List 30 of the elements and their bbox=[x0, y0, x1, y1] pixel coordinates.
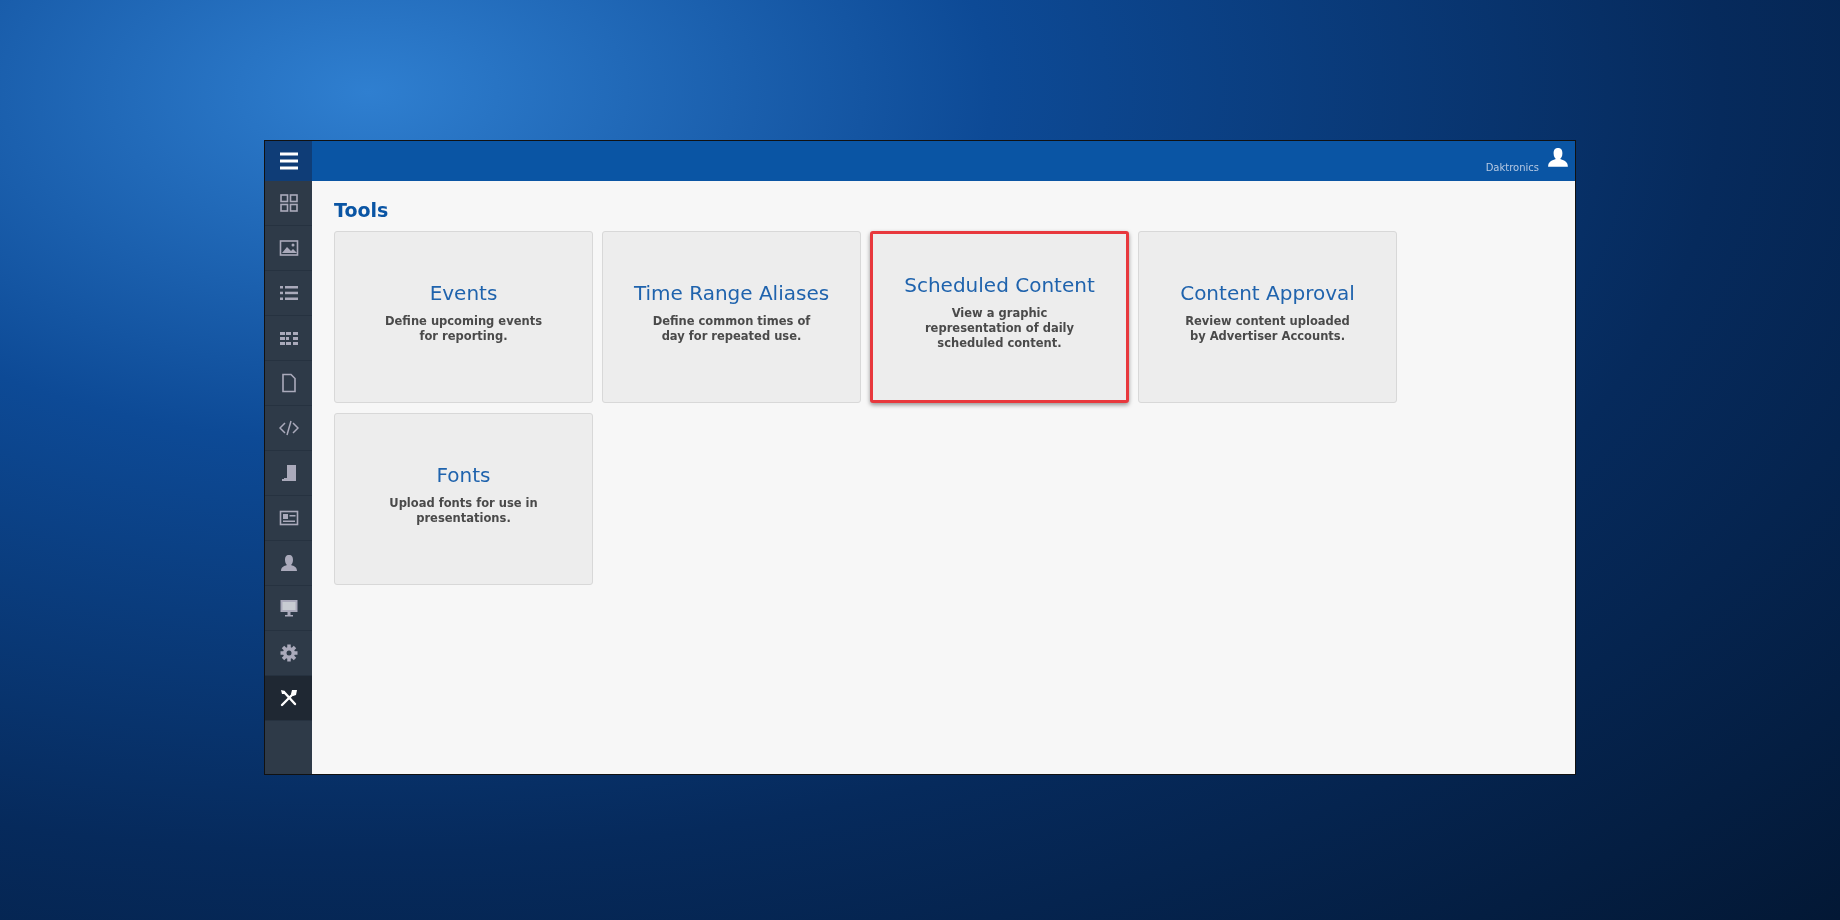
user-icon[interactable] bbox=[1547, 147, 1569, 169]
menu-button[interactable] bbox=[265, 141, 312, 181]
card-title: Scheduled Content bbox=[904, 273, 1095, 298]
grid-icon bbox=[278, 193, 299, 213]
card-description: View a graphic representation of daily scheduled content. bbox=[923, 306, 1076, 351]
tools-icon bbox=[278, 688, 299, 708]
page-title: Tools bbox=[334, 199, 390, 221]
monitor-icon bbox=[278, 598, 299, 618]
card-description: Upload fonts for use in presentations. bbox=[388, 495, 539, 526]
card-title: Events bbox=[429, 280, 498, 305]
card-title: Time Range Aliases bbox=[633, 280, 830, 305]
tool-card[interactable]: Time Range Aliases Define common times of day for repeated use. bbox=[602, 231, 861, 403]
card-title: Fonts bbox=[436, 462, 491, 487]
tool-card[interactable]: Fonts Upload fonts for use in presentations. bbox=[334, 413, 593, 585]
list-icon bbox=[278, 283, 299, 303]
card-title: Content Approval bbox=[1180, 280, 1355, 305]
card-description: Define upcoming events for reporting. bbox=[384, 313, 543, 344]
tool-card[interactable]: Events Define upcoming events for reporting. bbox=[334, 231, 593, 403]
code-icon bbox=[278, 418, 299, 438]
id-card-icon bbox=[278, 508, 299, 528]
tool-card[interactable]: Content Approval Review content uploaded by Advertiser Accounts. bbox=[1138, 231, 1397, 403]
user-name: Daktronics bbox=[1485, 162, 1539, 175]
card-description: Define common times of day for repeated use. bbox=[651, 313, 812, 344]
settings-icon bbox=[278, 643, 299, 663]
user-icon bbox=[278, 553, 299, 573]
sidebar-item[interactable] bbox=[265, 676, 312, 721]
card-description: Review content uploaded by Advertiser Accounts. bbox=[1184, 313, 1351, 344]
image-icon bbox=[278, 238, 299, 258]
tool-card[interactable]: Scheduled Content View a graphic representation of daily scheduled content. bbox=[870, 231, 1129, 403]
menu-icon bbox=[278, 151, 299, 171]
